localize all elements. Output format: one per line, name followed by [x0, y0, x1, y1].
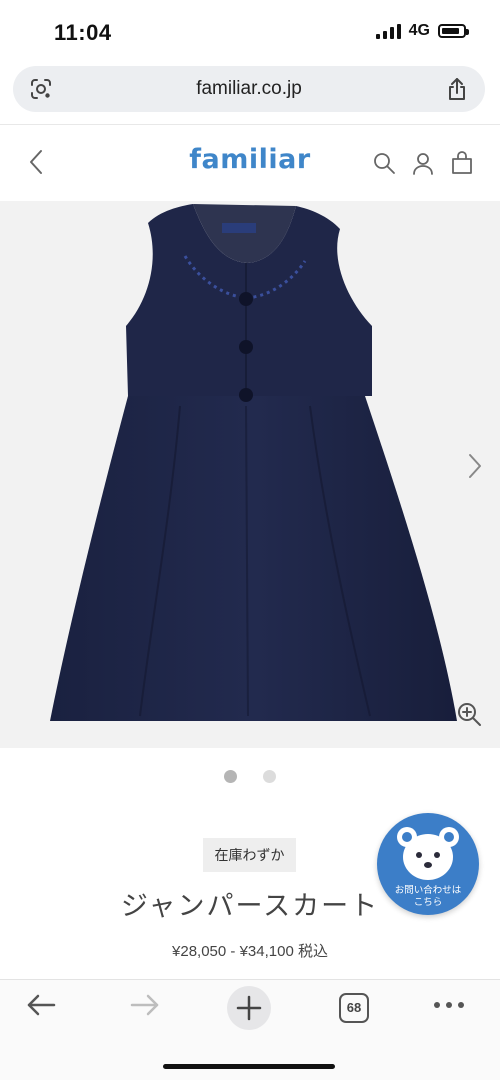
status-indicators: 4G — [375, 22, 469, 40]
more-icon[interactable] — [432, 998, 466, 1017]
zoom-in-icon[interactable] — [456, 701, 482, 732]
header-icons — [372, 151, 474, 180]
share-icon[interactable] — [445, 76, 469, 107]
phone-screen: 11:04 4G familiar.co.jp familiar 在庫わずか ジ… — [0, 0, 500, 1080]
cart-icon[interactable] — [450, 151, 474, 180]
search-icon[interactable] — [372, 151, 396, 180]
status-bar: 11:04 4G — [0, 0, 500, 64]
contact-label-line2: こちら — [413, 897, 443, 908]
account-icon[interactable] — [411, 151, 435, 180]
battery-icon — [438, 24, 469, 38]
carousel-dot[interactable] — [263, 770, 276, 783]
carousel-dots — [0, 770, 500, 783]
jumper-skirt-image — [50, 204, 457, 721]
signal-icon — [375, 23, 401, 39]
plus-icon[interactable] — [226, 985, 272, 1036]
site-header: familiar — [0, 125, 500, 201]
product-image[interactable] — [0, 201, 500, 748]
price-range: ¥28,050 - ¥34,100 — [172, 943, 294, 960]
carousel-dot[interactable] — [224, 770, 237, 783]
contact-label-line1: お問い合わせは — [394, 885, 462, 896]
tab-count-button[interactable]: 68 — [339, 993, 369, 1023]
contact-label: お問い合わせは こちら — [377, 885, 479, 909]
home-indicator — [163, 1064, 335, 1069]
arrow-right-icon[interactable] — [128, 988, 162, 1027]
status-time: 11:04 — [54, 20, 112, 45]
tax-label: 税込 — [297, 943, 328, 960]
contact-button[interactable]: お問い合わせは こちら — [377, 813, 479, 915]
arrow-left-icon[interactable] — [24, 988, 58, 1027]
network-type: 4G — [408, 22, 430, 39]
battery-level — [442, 28, 459, 34]
bear-icon — [397, 827, 459, 880]
stock-badge: 在庫わずか — [203, 838, 296, 872]
product-price: ¥28,050 - ¥34,100 税込 — [0, 940, 500, 961]
url-text[interactable]: familiar.co.jp — [13, 78, 485, 100]
address-bar[interactable]: familiar.co.jp — [13, 66, 485, 112]
chevron-right-icon[interactable] — [468, 453, 482, 484]
